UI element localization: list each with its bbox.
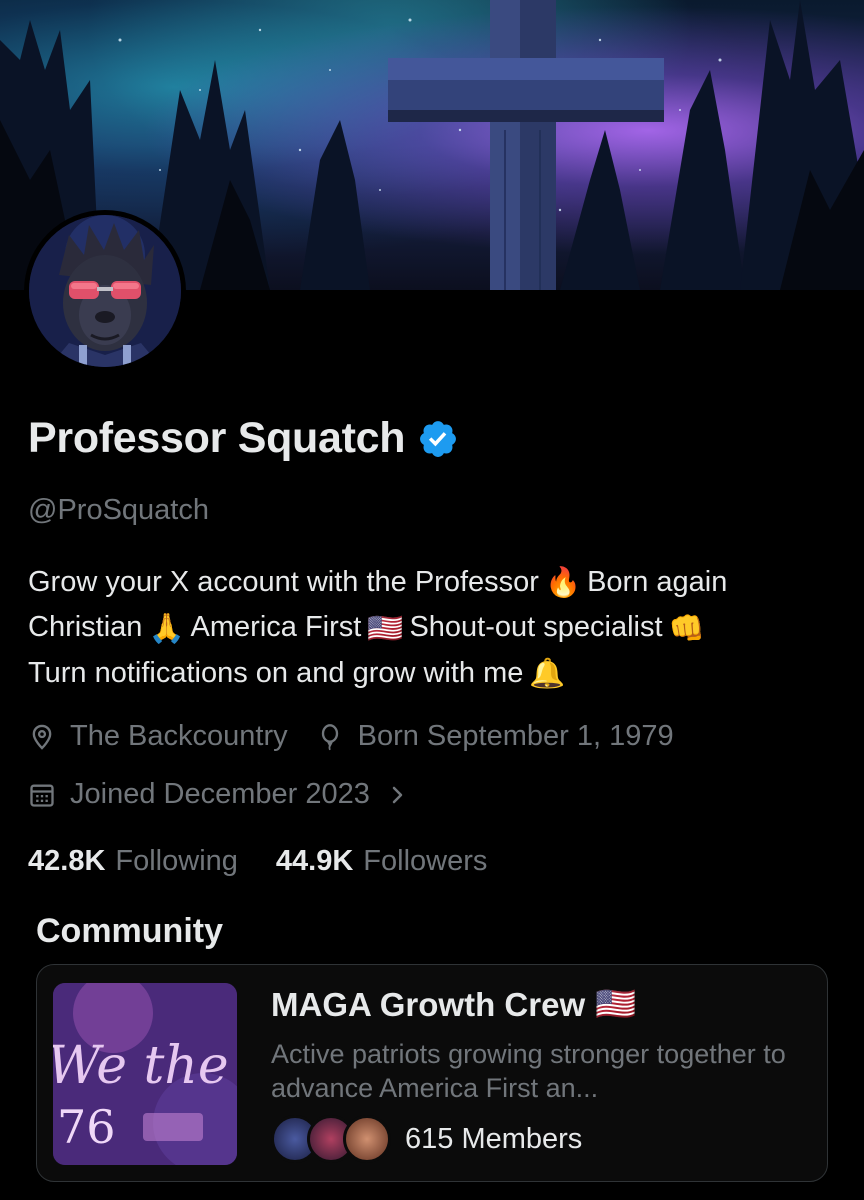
bio-text: Shout-out specialist bbox=[409, 611, 663, 644]
follow-stats: 42.8K Following 44.9K Followers bbox=[28, 845, 487, 878]
joined-item[interactable]: Joined December 2023 bbox=[28, 778, 410, 811]
thumb-script-text: We the Pe bbox=[53, 1036, 237, 1096]
us-flag-emoji: 🇺🇸 bbox=[595, 985, 637, 1022]
pray-emoji: 🙏 bbox=[148, 612, 185, 645]
birthday-item: Born September 1, 1979 bbox=[316, 720, 674, 753]
bio-text: America First bbox=[190, 611, 362, 644]
following-label: Following bbox=[115, 845, 238, 877]
avatar-illustration bbox=[29, 215, 181, 367]
bio-line-3: Turn notifications on and grow with me 🔔 bbox=[28, 651, 848, 696]
user-handle: @ProSquatch bbox=[28, 494, 209, 526]
us-flag-emoji: 🇺🇸 bbox=[367, 612, 404, 645]
community-description: Active patriots growing stronger togethe… bbox=[271, 1039, 786, 1103]
balloon-icon bbox=[321, 723, 338, 750]
members-count: 615 Members bbox=[405, 1122, 583, 1155]
member-avatar bbox=[343, 1115, 391, 1163]
profile-meta-row-1: The Backcountry Born September 1, 1979 bbox=[28, 720, 702, 753]
bio-text: Grow your X account with the Professor bbox=[28, 566, 539, 598]
community-title-row: MAGA Growth Crew 🇺🇸 bbox=[271, 985, 636, 1024]
bio-line-1: Grow your X account with the Professor 🔥 B… bbox=[28, 560, 848, 605]
bell-emoji: 🔔 bbox=[529, 658, 566, 691]
joined-text: Joined December 2023 bbox=[70, 778, 370, 810]
bio-text: Christian bbox=[28, 611, 143, 644]
profile-bio: Grow your X account with the Professor 🔥 B… bbox=[28, 560, 848, 696]
followers-link[interactable]: 44.9K Followers bbox=[276, 845, 487, 878]
fist-emoji: 👊 bbox=[668, 612, 705, 645]
community-name: MAGA Growth Crew bbox=[271, 985, 586, 1023]
name-row: Professor Squatch bbox=[28, 414, 459, 463]
community-thumbnail: We the Pe 76 bbox=[53, 983, 237, 1165]
location-pin-icon bbox=[32, 724, 52, 750]
calendar-icon bbox=[30, 784, 54, 807]
location-text: The Backcountry bbox=[70, 720, 288, 752]
community-thumbnail-image: We the Pe 76 bbox=[53, 983, 237, 1165]
fire-emoji: 🔥 bbox=[544, 567, 582, 600]
community-heading: Community bbox=[36, 912, 223, 950]
bio-text: Turn notifications on and grow with me bbox=[28, 656, 524, 689]
community-card[interactable]: We the Pe 76 MAGA Growth Crew 🇺🇸 Active … bbox=[36, 964, 828, 1182]
bio-line-2: Christian 🙏 America First 🇺🇸 Shout-out speci… bbox=[28, 605, 848, 650]
thumb-number-text: 76 bbox=[57, 1100, 116, 1154]
following-link[interactable]: 42.8K Following bbox=[28, 845, 238, 878]
profile-avatar[interactable] bbox=[24, 210, 186, 372]
bio-text: Born again bbox=[587, 566, 728, 598]
followers-count: 44.9K bbox=[275, 845, 354, 877]
birthday-text: Born September 1, 1979 bbox=[357, 720, 674, 752]
followers-label: Followers bbox=[363, 845, 488, 877]
following-count: 42.8K bbox=[28, 845, 106, 877]
verified-badge-icon[interactable] bbox=[417, 418, 459, 460]
location-item: The Backcountry bbox=[28, 720, 288, 753]
community-members: 615 Members bbox=[271, 1115, 582, 1163]
chevron-right-icon[interactable] bbox=[386, 781, 410, 809]
display-name: Professor Squatch bbox=[28, 414, 406, 462]
profile-meta-row-2[interactable]: Joined December 2023 bbox=[28, 778, 438, 811]
